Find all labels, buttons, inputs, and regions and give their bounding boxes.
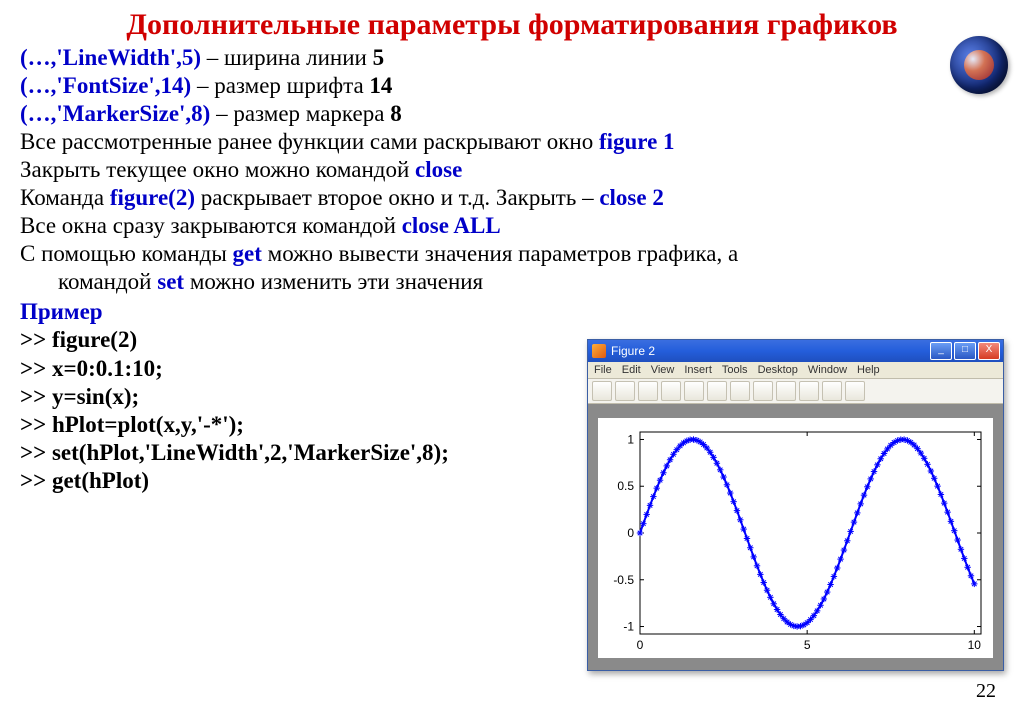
tool-button[interactable] [822, 381, 842, 401]
axes: -1-0.500.510510 [598, 418, 993, 658]
text-line: С помощью команды get можно вывести знач… [20, 240, 1004, 296]
keyword: figure(2) [110, 185, 195, 210]
tool-button[interactable] [845, 381, 865, 401]
page-title: Дополнительные параметры форматирования … [20, 8, 1004, 42]
keyword: close 2 [599, 185, 664, 210]
param-markersize: (…,'MarkerSize',8) – размер маркера 8 [20, 100, 1004, 128]
menu-item[interactable]: Help [857, 364, 880, 376]
text: – размер маркера [210, 101, 390, 126]
text-line: Все окна сразу закрываются командой clos… [20, 212, 1004, 240]
text-line: Команда figure(2) раскрывает второе окно… [20, 184, 1004, 212]
keyword: close ALL [402, 213, 501, 238]
text: раскрывает второе окно и т.д. Закрыть – [195, 185, 599, 210]
plot-svg: -1-0.500.510510 [598, 418, 993, 658]
text: Закрыть текущее окно можно командой [20, 157, 415, 182]
value: 8 [390, 101, 402, 126]
param-fontsize: (…,'FontSize',14) – размер шрифта 14 [20, 72, 1004, 100]
text: – ширина линии [201, 45, 373, 70]
tool-button[interactable] [661, 381, 681, 401]
svg-text:0.5: 0.5 [617, 479, 634, 493]
text: командой [58, 269, 157, 294]
code-fragment: (…,'LineWidth',5) [20, 45, 201, 70]
tool-button[interactable] [799, 381, 819, 401]
maximize-button[interactable]: □ [954, 342, 976, 360]
tool-button[interactable] [615, 381, 635, 401]
tool-button[interactable] [776, 381, 796, 401]
figure-canvas: -1-0.500.510510 [588, 404, 1003, 670]
keyword: get [233, 241, 262, 266]
logo-icon [950, 36, 1008, 94]
menu-item[interactable]: Desktop [758, 364, 798, 376]
keyword: set [157, 269, 184, 294]
tool-button[interactable] [730, 381, 750, 401]
minimize-button[interactable]: _ [930, 342, 952, 360]
svg-text:10: 10 [968, 638, 982, 652]
tool-button[interactable] [684, 381, 704, 401]
figure-titlebar[interactable]: Figure 2 _ □ X [588, 340, 1003, 362]
svg-text:0: 0 [627, 526, 634, 540]
keyword: figure 1 [599, 129, 675, 154]
svg-text:1: 1 [627, 432, 634, 446]
menu-item[interactable]: Window [808, 364, 847, 376]
value: 5 [373, 45, 385, 70]
text: Все окна сразу закрываются командой [20, 213, 402, 238]
close-button[interactable]: X [978, 342, 1000, 360]
text: Все рассмотренные ранее функции сами рас… [20, 129, 599, 154]
svg-text:5: 5 [804, 638, 811, 652]
menu-item[interactable]: View [651, 364, 675, 376]
figure-title: Figure 2 [611, 344, 928, 358]
menu-item[interactable]: File [594, 364, 612, 376]
tool-button[interactable] [707, 381, 727, 401]
tool-button[interactable] [592, 381, 612, 401]
code-fragment: (…,'MarkerSize',8) [20, 101, 210, 126]
svg-text:-0.5: -0.5 [613, 573, 634, 587]
menu-item[interactable]: Insert [684, 364, 712, 376]
svg-text:0: 0 [637, 638, 644, 652]
example-label: Пример [20, 298, 1004, 326]
figure-toolbar [588, 379, 1003, 404]
keyword: close [415, 157, 462, 182]
figure-window: Figure 2 _ □ X File Edit View Insert Too… [587, 339, 1004, 671]
text-line: Все рассмотренные ранее функции сами рас… [20, 128, 1004, 156]
text: С помощью команды [20, 241, 233, 266]
text: – размер шрифта [191, 73, 369, 98]
text: Команда [20, 185, 110, 210]
matlab-icon [592, 344, 606, 358]
text: можно изменить эти значения [184, 269, 483, 294]
svg-text:-1: -1 [623, 620, 634, 634]
menu-item[interactable]: Edit [622, 364, 641, 376]
value: 14 [369, 73, 392, 98]
menu-item[interactable]: Tools [722, 364, 748, 376]
code-fragment: (…,'FontSize',14) [20, 73, 191, 98]
param-linewidth: (…,'LineWidth',5) – ширина линии 5 [20, 44, 1004, 72]
tool-button[interactable] [638, 381, 658, 401]
text-line: Закрыть текущее окно можно командой clos… [20, 156, 1004, 184]
page-number: 22 [976, 680, 996, 703]
text: можно вывести значения параметров график… [262, 241, 738, 266]
tool-button[interactable] [753, 381, 773, 401]
figure-menubar[interactable]: File Edit View Insert Tools Desktop Wind… [588, 362, 1003, 379]
